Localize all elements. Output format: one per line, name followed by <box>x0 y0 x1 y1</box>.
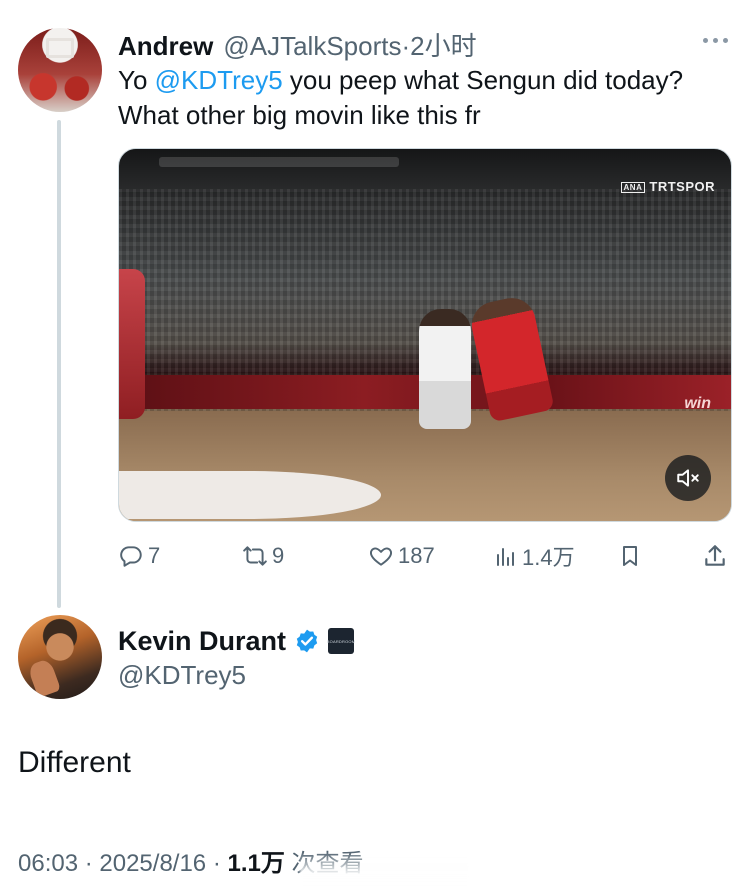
reply-author-row: Kevin Durant BOARDROOM <box>118 624 356 658</box>
like-count: 187 <box>398 543 435 568</box>
share-icon <box>705 545 725 566</box>
bookmark-button[interactable] <box>618 538 642 574</box>
video-court-circle <box>119 471 381 519</box>
tweet-header: Andrew @AJTalkSports ·2小时 <box>118 26 477 61</box>
video-watermark: ANA TRTSPOR <box>620 179 715 194</box>
watermark-badge: ANA <box>620 182 646 194</box>
reply-icon <box>120 546 142 567</box>
views-icon <box>497 548 514 566</box>
reply-author-handle[interactable]: @KDTrey5 <box>118 660 246 691</box>
views-count: 1.4万 <box>522 545 575 570</box>
video-adboard-text: win <box>684 395 711 412</box>
affiliate-label: BOARDROOM <box>326 638 356 644</box>
tweet-time[interactable]: ·2小时 <box>401 26 476 63</box>
verified-badge-icon <box>296 629 318 653</box>
reply-text: Different <box>18 746 131 779</box>
reply-count: 7 <box>148 543 161 568</box>
tweet-actions: 7 9 187 1.4万 <box>118 538 732 574</box>
reply-author-name[interactable]: Kevin Durant <box>118 626 286 657</box>
mute-icon[interactable] <box>665 455 711 501</box>
video-player[interactable]: ANA TRTSPOR win <box>118 148 732 522</box>
tweet-text: Yo @KDTrey5 you peep what Sengun did tod… <box>118 63 718 133</box>
hoop-graphic <box>46 38 74 58</box>
mention-link[interactable]: @KDTrey5 <box>155 65 283 95</box>
author-name[interactable]: Andrew <box>118 31 213 62</box>
andrew-avatar[interactable] <box>18 28 102 112</box>
watermark-text: TRTSPOR <box>649 179 715 194</box>
share-button[interactable] <box>702 538 728 574</box>
tweet-text-prefix: Yo <box>118 65 155 95</box>
video-player-white <box>419 309 471 429</box>
kevin-durant-avatar[interactable] <box>18 615 102 699</box>
more-icon[interactable] <box>703 38 728 43</box>
reply-views-count: 1.1万 <box>227 850 285 877</box>
repost-icon <box>243 546 267 566</box>
video-player-red-edge <box>119 269 145 419</box>
repost-button[interactable]: 9 <box>242 538 284 574</box>
author-handle[interactable]: @AJTalkSports <box>223 31 401 62</box>
affiliate-badge[interactable]: BOARDROOM <box>326 628 356 654</box>
reply-button[interactable]: 7 <box>118 538 160 574</box>
video-banner <box>159 157 399 167</box>
avatar-hand-graphic <box>26 657 62 699</box>
watermark-overlay <box>300 852 470 888</box>
like-icon <box>370 547 392 566</box>
views-button[interactable]: 1.4万 <box>494 538 575 574</box>
thread-line <box>57 120 61 608</box>
repost-count: 9 <box>272 543 285 568</box>
like-button[interactable]: 187 <box>368 538 435 574</box>
reply-timestamp[interactable]: 06:03 · 2025/8/16 · <box>18 850 227 877</box>
bookmark-icon <box>623 546 637 566</box>
